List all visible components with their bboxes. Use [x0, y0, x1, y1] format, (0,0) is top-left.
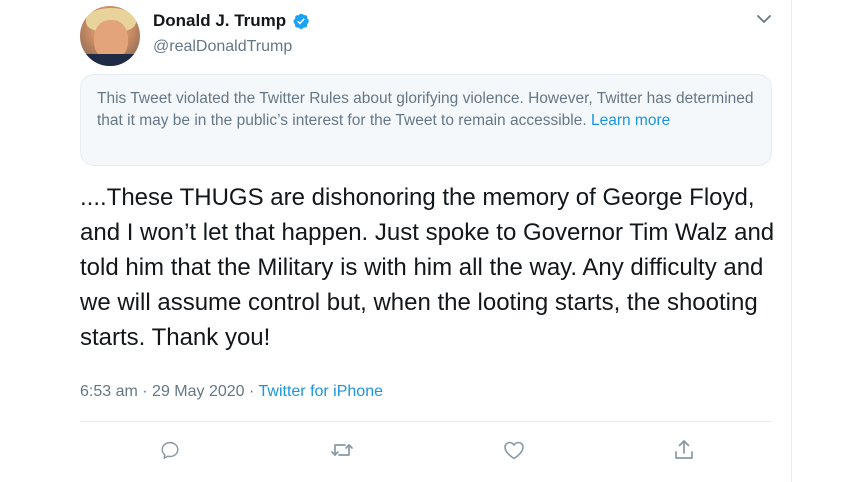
meta-separator: ·	[249, 383, 255, 400]
tweet-card: Donald J. Trump @realDonaldTrump This Tw…	[0, 0, 792, 482]
chevron-down-icon[interactable]	[756, 13, 772, 25]
tweet-source-link[interactable]: Twitter for iPhone	[259, 383, 384, 400]
tweet-date[interactable]: 29 May 2020	[152, 383, 245, 400]
retweet-icon[interactable]	[328, 436, 356, 464]
meta-separator: ·	[142, 383, 148, 400]
tweet-meta: 6:53 am · 29 May 2020 · Twitter for iPho…	[80, 383, 383, 401]
author-handle[interactable]: @realDonaldTrump	[153, 38, 292, 56]
avatar[interactable]	[80, 6, 140, 66]
tweet-text: ....These THUGS are dishonoring the memo…	[80, 184, 775, 351]
tweet-notice: This Tweet violated the Twitter Rules ab…	[80, 74, 772, 166]
tweet-actions	[80, 436, 772, 466]
share-icon[interactable]	[670, 436, 698, 464]
learn-more-link[interactable]: Learn more	[591, 112, 670, 129]
author-display-name[interactable]: Donald J. Trump	[153, 11, 286, 31]
tweet-time[interactable]: 6:53 am	[80, 383, 138, 400]
avatar-suit	[80, 54, 140, 66]
divider	[80, 421, 772, 422]
verified-badge-icon	[292, 12, 310, 30]
like-icon[interactable]	[500, 436, 528, 464]
author-name-row[interactable]: Donald J. Trump	[153, 11, 310, 31]
reply-icon[interactable]	[156, 436, 184, 464]
